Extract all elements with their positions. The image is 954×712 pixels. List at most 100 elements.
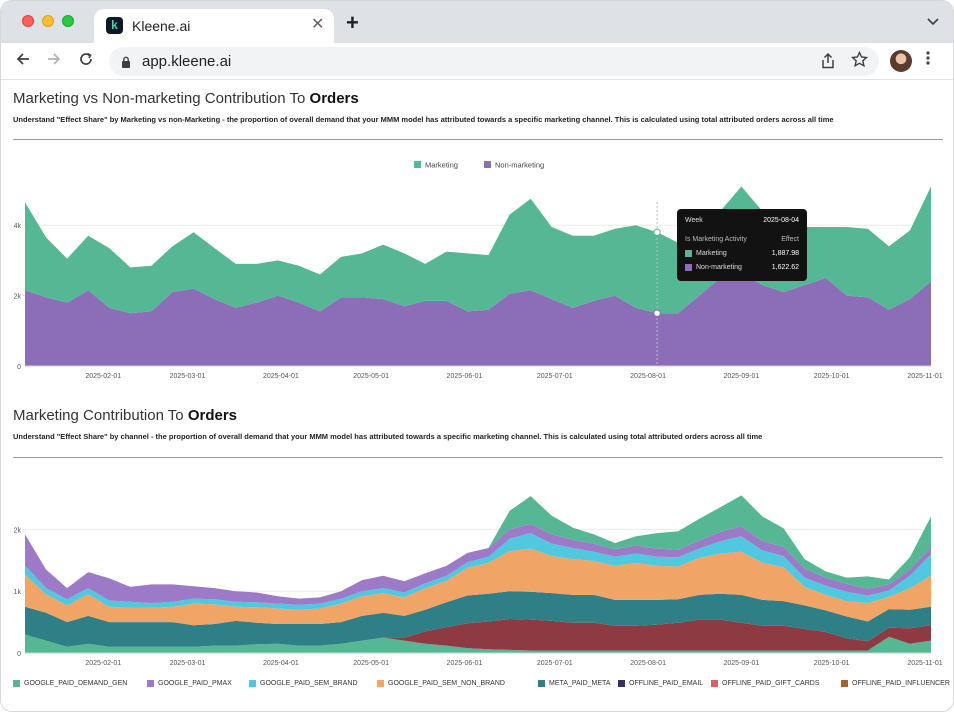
minimize-window-button[interactable] bbox=[42, 15, 54, 27]
legend-item-google-paid-sem-non-brand[interactable]: GOOGLE_PAID_SEM_NON_BRAND bbox=[377, 680, 505, 687]
legend-swatch bbox=[618, 680, 625, 687]
x-tick-label: 2025-11-01 bbox=[907, 660, 942, 667]
x-tick-label: 2025-09-01 bbox=[723, 660, 759, 667]
x-tick-label: 2025-08-01 bbox=[630, 660, 666, 667]
x-tick-label: 2025-02-01 bbox=[85, 373, 121, 380]
legend-item-offline-paid-email[interactable]: OFFLINE_PAID_EMAIL bbox=[618, 680, 703, 687]
y-tick-label: 2k bbox=[14, 527, 22, 534]
close-window-button[interactable] bbox=[22, 15, 34, 27]
x-tick-label: 2025-10-01 bbox=[814, 660, 850, 667]
y-tick-label: 1k bbox=[14, 589, 22, 596]
new-tab-button[interactable]: + bbox=[346, 12, 359, 34]
y-tick-label: 0 bbox=[17, 651, 21, 658]
browser-window: k Kleene.ai ✕ + app.kleene.ai Marketing … bbox=[0, 0, 954, 712]
tab-close-icon[interactable]: ✕ bbox=[311, 16, 324, 34]
legend-label[interactable]: Marketing bbox=[425, 161, 458, 170]
x-tick-label: 2025-05-01 bbox=[353, 373, 389, 380]
share-icon[interactable] bbox=[821, 52, 835, 72]
url-text[interactable]: app.kleene.ai bbox=[142, 53, 231, 70]
x-tick-label: 2025-03-01 bbox=[170, 373, 206, 380]
legend-label: GOOGLE_PAID_SEM_BRAND bbox=[260, 680, 358, 687]
legend-label: OFFLINE_PAID_INFLUENCER bbox=[852, 680, 950, 687]
x-tick-label: 2025-11-01 bbox=[907, 373, 942, 380]
x-tick-label: 2025-07-01 bbox=[537, 373, 573, 380]
chart2-title: Marketing Contribution To Orders bbox=[13, 407, 237, 424]
legend-item-meta-paid-meta[interactable]: META_PAID_META bbox=[538, 680, 610, 687]
browser-menu-icon[interactable] bbox=[926, 50, 930, 72]
tooltip-col2-header: Effect bbox=[781, 236, 799, 243]
legend-label[interactable]: Non-marketing bbox=[495, 161, 544, 170]
chart1-description: Understand "Effect Share" by Marketing v… bbox=[13, 115, 834, 124]
y-tick-label: 4k bbox=[14, 223, 22, 230]
legend-item-google-paid-sem-brand[interactable]: GOOGLE_PAID_SEM_BRAND bbox=[249, 680, 358, 687]
tab-strip: k Kleene.ai ✕ + bbox=[1, 1, 953, 43]
tooltip-row-non-marketing: Non-marketing bbox=[685, 264, 742, 271]
tab-title: Kleene.ai bbox=[132, 18, 191, 34]
x-tick-label: 2025-03-01 bbox=[170, 660, 206, 667]
x-tick-label: 2025-02-01 bbox=[85, 660, 121, 667]
legend-label: OFFLINE_PAID_EMAIL bbox=[629, 680, 704, 687]
bookmark-star-icon[interactable] bbox=[850, 50, 869, 73]
legend-swatch bbox=[13, 680, 20, 687]
tooltip-week-value: 2025-08-04 bbox=[763, 217, 799, 224]
maximize-window-button[interactable] bbox=[62, 15, 74, 27]
non-marketing-swatch bbox=[685, 264, 692, 271]
chart1-svg[interactable]: 0 2k 4k 2025-02-01 2025-03-01 2025-04-01 2025-… bbox=[1, 150, 954, 390]
reload-icon[interactable] bbox=[78, 51, 94, 71]
chart2-divider bbox=[13, 457, 943, 458]
x-tick-label: 2025-06-01 bbox=[447, 660, 483, 667]
profile-avatar[interactable] bbox=[890, 50, 912, 72]
chart1-tooltip: Week 2025-08-04 Is Marketing Activity Ef… bbox=[677, 209, 807, 281]
legend-item-google-paid-pmax[interactable]: GOOGLE_PAID_PMAX bbox=[147, 680, 232, 687]
chart2-title-text: Marketing Contribution To bbox=[13, 407, 188, 424]
tab-search-chevron-icon[interactable] bbox=[927, 15, 939, 29]
chart2-description: Understand "Effect Share" by channel - t… bbox=[13, 432, 763, 441]
legend-label: GOOGLE_PAID_PMAX bbox=[158, 680, 232, 687]
legend-swatch bbox=[538, 680, 545, 687]
forward-arrow-icon[interactable] bbox=[46, 51, 62, 71]
y-tick-label: 0 bbox=[17, 364, 21, 371]
address-bar[interactable]: app.kleene.ai bbox=[109, 47, 879, 76]
legend-swatch bbox=[484, 161, 491, 168]
chart1-title-metric: Orders bbox=[309, 90, 359, 107]
kleene-favicon-icon: k bbox=[106, 17, 123, 34]
legend-swatch bbox=[841, 680, 848, 687]
legend-swatch bbox=[414, 161, 421, 168]
legend-item-offline-paid-influencer[interactable]: OFFLINE_PAID_INFLUENCER bbox=[841, 680, 950, 687]
tooltip-row-label: Non-marketing bbox=[696, 264, 742, 271]
tooltip-row-value: 1,622.62 bbox=[771, 264, 799, 271]
page-content: Marketing vs Non-marketing Contribution … bbox=[1, 80, 954, 711]
hover-point-non-marketing bbox=[653, 309, 661, 317]
x-tick-label: 2025-05-01 bbox=[353, 660, 389, 667]
legend-label: GOOGLE_PAID_DEMAND_GEN bbox=[24, 680, 128, 687]
chart2-svg[interactable]: 0 1k 2k 2025-02-01 2025-03-01 2025-04-01 2025-… bbox=[1, 470, 954, 670]
chart1-title: Marketing vs Non-marketing Contribution … bbox=[13, 90, 359, 107]
x-tick-label: 2025-08-01 bbox=[630, 373, 666, 380]
chart1-title-text: Marketing vs Non-marketing Contribution … bbox=[13, 90, 310, 107]
legend-label: GOOGLE_PAID_SEM_NON_BRAND bbox=[388, 680, 505, 687]
tooltip-row-marketing: Marketing bbox=[685, 250, 727, 257]
legend-swatch bbox=[147, 680, 154, 687]
legend-label: OFFLINE_PAID_GIFT_CARDS bbox=[722, 680, 820, 687]
chart2-title-metric: Orders bbox=[187, 407, 238, 424]
tooltip-row-value: 1,887.98 bbox=[771, 250, 799, 257]
tooltip-week-label: Week bbox=[685, 217, 703, 224]
x-tick-label: 2025-04-01 bbox=[263, 660, 299, 667]
x-tick-label: 2025-07-01 bbox=[537, 660, 573, 667]
tooltip-row-label: Marketing bbox=[696, 250, 727, 257]
y-tick-label: 2k bbox=[14, 294, 22, 301]
legend-swatch bbox=[249, 680, 256, 687]
x-tick-label: 2025-10-01 bbox=[814, 373, 850, 380]
browser-toolbar: app.kleene.ai bbox=[1, 43, 953, 80]
lock-icon[interactable] bbox=[121, 55, 131, 68]
hover-point-marketing bbox=[653, 228, 661, 236]
legend-item-google-paid-demand-gen[interactable]: GOOGLE_PAID_DEMAND_GEN bbox=[13, 680, 127, 687]
tooltip-col1-header: Is Marketing Activity bbox=[685, 236, 747, 243]
x-tick-label: 2025-09-01 bbox=[723, 373, 759, 380]
chart2-legend: GOOGLE_PAID_DEMAND_GEN GOOGLE_PAID_PMAX GO… bbox=[13, 680, 953, 692]
legend-item-offline-paid-gift-cards[interactable]: OFFLINE_PAID_GIFT_CARDS bbox=[711, 680, 820, 687]
x-tick-label: 2025-04-01 bbox=[263, 373, 299, 380]
browser-tab[interactable]: k Kleene.ai ✕ bbox=[94, 9, 334, 43]
legend-label: META_PAID_META bbox=[549, 680, 611, 687]
back-arrow-icon[interactable] bbox=[15, 51, 31, 71]
